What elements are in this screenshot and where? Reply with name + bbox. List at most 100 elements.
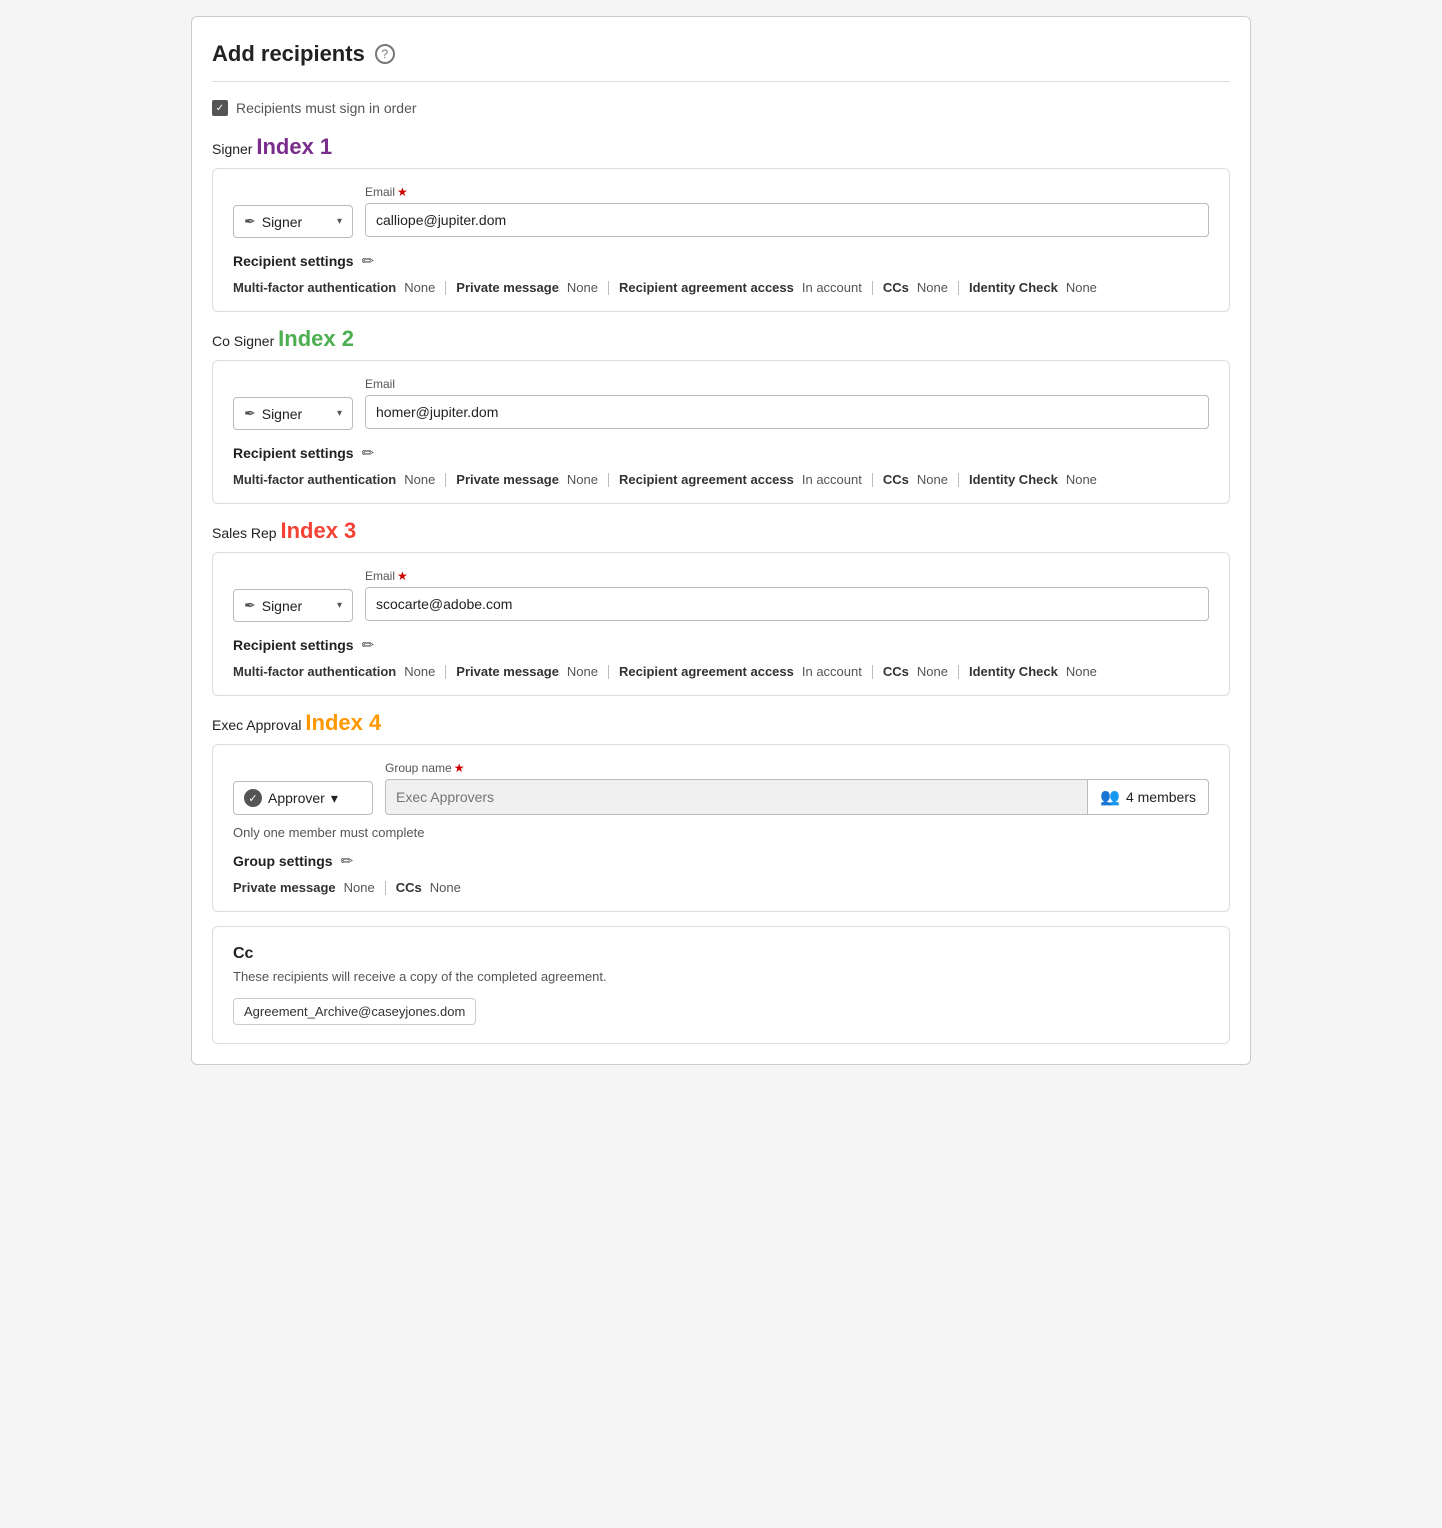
- raa-info-1: Recipient agreement access In account: [619, 280, 862, 295]
- edit-icon-1[interactable]: ✏: [362, 252, 375, 270]
- index1-role-prefix: Signer: [212, 141, 252, 157]
- email-label-3: Email★: [365, 569, 1209, 583]
- only-one-text: Only one member must complete: [233, 825, 1209, 840]
- recipient-block-4: ✓ Approver ▾ Group name★ 👥 4 members: [212, 744, 1230, 912]
- settings-info-row-2: Multi-factor authentication None Private…: [233, 472, 1209, 487]
- approver-check-icon: ✓: [244, 789, 262, 807]
- edit-icon-2[interactable]: ✏: [362, 444, 375, 462]
- ccs-info-1: CCs None: [883, 280, 948, 295]
- signer-pen-icon-3: ✒: [244, 597, 256, 614]
- ic-info-2: Identity Check None: [969, 472, 1097, 487]
- group-ccs-info: CCs None: [396, 880, 461, 895]
- cc-description: These recipients will receive a copy of …: [233, 969, 1209, 984]
- recipient-row-2: ✒ Signer ▾ Email: [233, 377, 1209, 430]
- index3-header: Sales Rep Index 3: [212, 518, 1230, 544]
- cc-title: Cc: [233, 945, 1209, 963]
- required-star-3: ★: [397, 569, 408, 583]
- index4-role-prefix: Exec Approval: [212, 717, 302, 733]
- raa-info-2: Recipient agreement access In account: [619, 472, 862, 487]
- page-title: Add recipients: [212, 41, 365, 67]
- email-field-wrap-3: Email★: [365, 569, 1209, 621]
- role-label-3: Signer: [262, 598, 302, 614]
- cc-email-tag[interactable]: Agreement_Archive@caseyjones.dom: [233, 998, 476, 1025]
- email-field-wrap-2: Email: [365, 377, 1209, 429]
- group-edit-icon[interactable]: ✏: [341, 852, 354, 870]
- settings-label-1: Recipient settings: [233, 253, 354, 269]
- sep-1a: [445, 281, 446, 295]
- sep-2c: [872, 473, 873, 487]
- signer-pen-icon-2: ✒: [244, 405, 256, 422]
- settings-row-2: Recipient settings ✏: [233, 444, 1209, 462]
- mfa-info-2: Multi-factor authentication None: [233, 472, 435, 487]
- role-dropdown-1[interactable]: ✒ Signer ▾: [233, 205, 353, 238]
- members-count: 4 members: [1126, 789, 1196, 805]
- index3-role-prefix: Sales Rep: [212, 525, 277, 541]
- sign-in-order-row[interactable]: Recipients must sign in order: [212, 100, 1230, 116]
- index2-header: Co Signer Index 2: [212, 326, 1230, 352]
- signer-pen-icon-1: ✒: [244, 213, 256, 230]
- email-input-3[interactable]: [365, 587, 1209, 621]
- settings-info-row-3: Multi-factor authentication None Private…: [233, 664, 1209, 679]
- group-name-label: Group name★: [385, 761, 1209, 775]
- pm-info-1: Private message None: [456, 280, 598, 295]
- email-label-2: Email: [365, 377, 1209, 391]
- index4-number: Index 4: [305, 710, 381, 735]
- index1-header: Signer Index 1: [212, 134, 1230, 160]
- members-icon: 👥: [1100, 787, 1120, 807]
- help-icon[interactable]: ?: [375, 44, 395, 64]
- settings-info-row-1: Multi-factor authentication None Private…: [233, 280, 1209, 295]
- role-dropdown-3[interactable]: ✒ Signer ▾: [233, 589, 353, 622]
- settings-label-2: Recipient settings: [233, 445, 354, 461]
- group-settings-info-row: Private message None CCs None: [233, 880, 1209, 895]
- sep-3c: [872, 665, 873, 679]
- sep-2a: [445, 473, 446, 487]
- sign-in-order-checkbox[interactable]: [212, 100, 228, 116]
- settings-label-3: Recipient settings: [233, 637, 354, 653]
- approver-row: ✓ Approver ▾ Group name★ 👥 4 members: [233, 761, 1209, 815]
- recipient-block-2: ✒ Signer ▾ Email Recipient settings ✏ Mu…: [212, 360, 1230, 504]
- approver-role-label: Approver: [268, 790, 325, 806]
- group-name-input[interactable]: [385, 779, 1088, 815]
- email-field-wrap-1: Email★: [365, 185, 1209, 237]
- cc-section: Cc These recipients will receive a copy …: [212, 926, 1230, 1044]
- sep-3d: [958, 665, 959, 679]
- index4-header: Exec Approval Index 4: [212, 710, 1230, 736]
- pm-info-3: Private message None: [456, 664, 598, 679]
- group-name-wrap: Group name★ 👥 4 members: [385, 761, 1209, 815]
- sep-1d: [958, 281, 959, 295]
- mfa-info-3: Multi-factor authentication None: [233, 664, 435, 679]
- mfa-info-1: Multi-factor authentication None: [233, 280, 435, 295]
- ic-info-1: Identity Check None: [969, 280, 1097, 295]
- role-label-2: Signer: [262, 406, 302, 422]
- members-badge[interactable]: 👥 4 members: [1088, 779, 1209, 815]
- group-settings-label: Group settings: [233, 853, 333, 869]
- group-sep-a: [385, 881, 386, 895]
- ic-info-3: Identity Check None: [969, 664, 1097, 679]
- index3-number: Index 3: [280, 518, 356, 543]
- settings-row-1: Recipient settings ✏: [233, 252, 1209, 270]
- chevron-icon-2: ▾: [337, 408, 342, 419]
- raa-info-3: Recipient agreement access In account: [619, 664, 862, 679]
- sep-3a: [445, 665, 446, 679]
- sep-2d: [958, 473, 959, 487]
- main-container: Add recipients ? Recipients must sign in…: [191, 16, 1251, 1065]
- chevron-icon-1: ▾: [337, 216, 342, 227]
- approver-dropdown[interactable]: ✓ Approver ▾: [233, 781, 373, 815]
- recipient-block-3: ✒ Signer ▾ Email★ Recipient settings ✏ M…: [212, 552, 1230, 696]
- index2-role-prefix: Co Signer: [212, 333, 274, 349]
- sep-1c: [872, 281, 873, 295]
- recipient-row-3: ✒ Signer ▾ Email★: [233, 569, 1209, 622]
- index1-number: Index 1: [256, 134, 332, 159]
- sep-3b: [608, 665, 609, 679]
- group-settings-row: Group settings ✏: [233, 852, 1209, 870]
- group-required-star: ★: [454, 761, 465, 775]
- approver-chevron-icon: ▾: [331, 790, 338, 807]
- settings-row-3: Recipient settings ✏: [233, 636, 1209, 654]
- email-input-2[interactable]: [365, 395, 1209, 429]
- email-input-1[interactable]: [365, 203, 1209, 237]
- email-label-1: Email★: [365, 185, 1209, 199]
- pm-info-2: Private message None: [456, 472, 598, 487]
- edit-icon-3[interactable]: ✏: [362, 636, 375, 654]
- recipient-row-1: ✒ Signer ▾ Email★: [233, 185, 1209, 238]
- role-dropdown-2[interactable]: ✒ Signer ▾: [233, 397, 353, 430]
